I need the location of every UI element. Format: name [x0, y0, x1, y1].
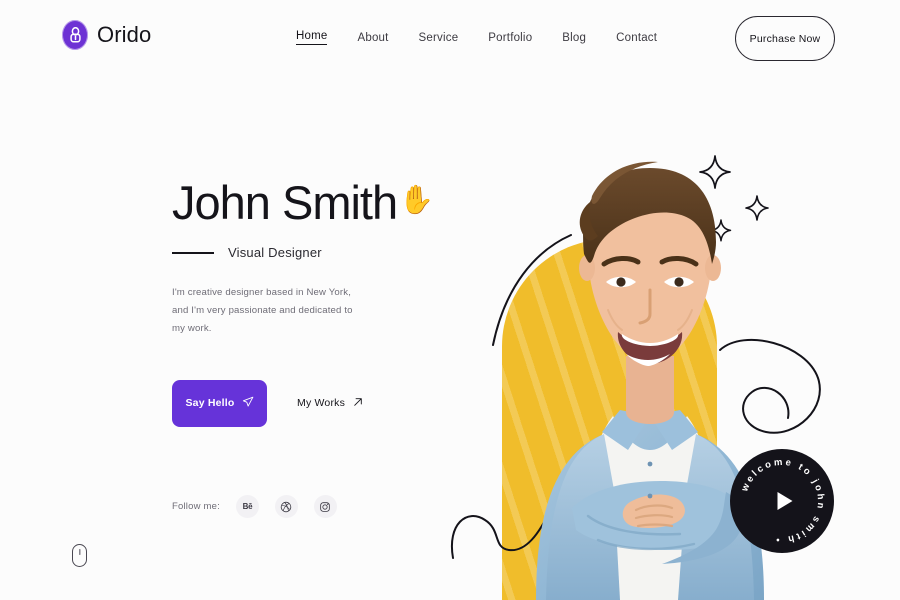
- nav-item-blog[interactable]: Blog: [562, 32, 586, 44]
- my-works-button[interactable]: My Works: [297, 396, 364, 411]
- orido-logo-icon: [62, 20, 88, 50]
- hero-role: Visual Designer: [172, 245, 492, 260]
- brand-logo[interactable]: Orido: [62, 20, 151, 50]
- role-label: Visual Designer: [228, 245, 322, 261]
- main-nav: Home About Service Portfolio Blog Contac…: [296, 30, 657, 45]
- nav-item-about[interactable]: About: [357, 32, 388, 44]
- site-header: Orido Home About Service Portfolio Blog …: [0, 0, 900, 78]
- say-hello-button[interactable]: Say Hello: [172, 379, 267, 427]
- my-works-label: My Works: [297, 397, 346, 410]
- say-hello-label: Say Hello: [185, 397, 235, 410]
- welcome-play-badge[interactable]: welcome to john smith •: [730, 449, 834, 553]
- hero-visual: welcome to john smith •: [440, 104, 900, 600]
- role-divider-line: [172, 252, 214, 254]
- follow-me-label: Follow me:: [172, 501, 220, 512]
- arrow-up-right-icon: [352, 396, 364, 411]
- follow-me-row: Follow me: Bē: [172, 495, 337, 518]
- play-icon: [777, 492, 793, 510]
- instagram-icon[interactable]: [313, 495, 337, 518]
- behance-glyph: Bē: [242, 502, 253, 511]
- brand-name: Orido: [97, 22, 152, 47]
- nav-item-service[interactable]: Service: [419, 32, 459, 44]
- dribbble-icon[interactable]: [274, 495, 298, 518]
- hero-description: I'm creative designer based in New York,…: [172, 287, 353, 334]
- mouse-scroll-icon[interactable]: [72, 544, 87, 567]
- waving-hand-icon: ✋: [399, 184, 434, 215]
- landing-page: Orido Home About Service Portfolio Blog …: [0, 0, 900, 600]
- purchase-now-button[interactable]: Purchase Now: [735, 16, 835, 61]
- behance-icon[interactable]: Bē: [235, 495, 259, 518]
- hero-copy: John Smith ✋ Visual Designer I'm creativ…: [172, 178, 492, 427]
- page-title: John Smith ✋: [172, 176, 492, 229]
- send-icon: [242, 396, 254, 411]
- nav-item-home[interactable]: Home: [296, 30, 328, 45]
- hero-cta-row: Say Hello My Works: [172, 379, 492, 427]
- nav-item-portfolio[interactable]: Portfolio: [488, 32, 532, 44]
- nav-item-contact[interactable]: Contact: [616, 32, 657, 44]
- hero-title-text: John Smith: [172, 176, 398, 229]
